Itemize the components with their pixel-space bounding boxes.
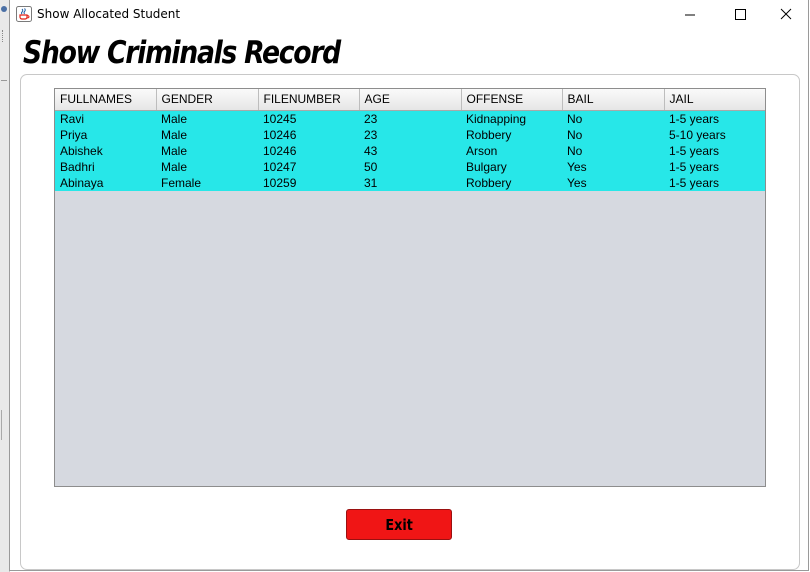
- cell-age[interactable]: 50: [359, 158, 461, 175]
- close-icon[interactable]: [763, 0, 809, 30]
- cell-jail[interactable]: 5-10 years: [664, 126, 765, 143]
- cell-gender[interactable]: Male: [156, 158, 258, 175]
- cell-filenumber[interactable]: 10245: [258, 110, 359, 127]
- table-row[interactable]: Ravi Male 10245 23 Kidnapping No 1-5 yea…: [55, 110, 765, 127]
- cell-jail[interactable]: 1-5 years: [664, 158, 765, 175]
- background-app-icon: [1, 6, 7, 12]
- exit-button[interactable]: Exit: [346, 509, 452, 540]
- background-scroll-edge: [1, 410, 8, 440]
- column-header-offense[interactable]: OFFENSE: [461, 89, 563, 111]
- records-table[interactable]: FULLNAMES GENDER FILENUMBER AGE OFFENSE …: [55, 89, 765, 191]
- cell-offense[interactable]: Kidnapping: [461, 110, 562, 127]
- column-header-jail[interactable]: JAIL: [664, 89, 765, 111]
- cell-age[interactable]: 23: [359, 110, 461, 127]
- cell-fullname[interactable]: Abishek: [55, 142, 156, 159]
- cell-gender[interactable]: Male: [156, 142, 258, 159]
- cell-gender[interactable]: Male: [156, 126, 258, 143]
- cell-offense[interactable]: Arson: [461, 142, 562, 159]
- cell-fullname[interactable]: Priya: [55, 126, 156, 143]
- app-window: Show Allocated Student Show Criminals Re…: [9, 0, 809, 571]
- cell-bail[interactable]: No: [562, 110, 664, 127]
- cell-offense[interactable]: Bulgary: [461, 158, 562, 175]
- cell-fullname[interactable]: Badhri: [55, 158, 156, 175]
- cell-jail[interactable]: 1-5 years: [664, 174, 765, 191]
- page-heading: Show Criminals Record: [23, 35, 341, 71]
- cell-age[interactable]: 31: [359, 174, 461, 191]
- cell-filenumber[interactable]: 10246: [258, 142, 359, 159]
- cell-jail[interactable]: 1-5 years: [664, 110, 765, 127]
- cell-gender[interactable]: Male: [156, 110, 258, 127]
- cell-offense[interactable]: Robbery: [461, 126, 562, 143]
- column-header-fullnames[interactable]: FULLNAMES: [55, 89, 157, 111]
- cell-gender[interactable]: Female: [156, 174, 258, 191]
- background-dotted-line: [2, 30, 7, 42]
- column-header-bail[interactable]: BAIL: [562, 89, 665, 111]
- cell-age[interactable]: 43: [359, 142, 461, 159]
- maximize-icon[interactable]: [717, 0, 763, 30]
- table-row[interactable]: Priya Male 10246 23 Robbery No 5-10 year…: [55, 126, 765, 143]
- title-bar[interactable]: Show Allocated Student: [10, 0, 808, 30]
- cell-fullname[interactable]: Ravi: [55, 110, 156, 127]
- table-row[interactable]: Abishek Male 10246 43 Arson No 1-5 years: [55, 142, 765, 159]
- java-coffee-icon: [16, 6, 32, 22]
- cell-fullname[interactable]: Abinaya: [55, 174, 156, 191]
- background-divider: [1, 80, 7, 81]
- table-row[interactable]: Abinaya Female 10259 31 Robbery Yes 1-5 …: [55, 174, 765, 191]
- table-header-row: FULLNAMES GENDER FILENUMBER AGE OFFENSE …: [55, 89, 765, 111]
- cell-jail[interactable]: 1-5 years: [664, 142, 765, 159]
- table-row[interactable]: Badhri Male 10247 50 Bulgary Yes 1-5 yea…: [55, 158, 765, 175]
- cell-filenumber[interactable]: 10247: [258, 158, 359, 175]
- column-header-filenumber[interactable]: FILENUMBER: [258, 89, 360, 111]
- column-header-age[interactable]: AGE: [359, 89, 462, 111]
- cell-age[interactable]: 23: [359, 126, 461, 143]
- cell-bail[interactable]: Yes: [562, 174, 664, 191]
- cell-filenumber[interactable]: 10259: [258, 174, 359, 191]
- cell-filenumber[interactable]: 10246: [258, 126, 359, 143]
- cell-bail[interactable]: No: [562, 142, 664, 159]
- exit-button-label: Exit: [385, 515, 413, 534]
- records-table-scrollpane[interactable]: FULLNAMES GENDER FILENUMBER AGE OFFENSE …: [54, 88, 766, 487]
- cell-bail[interactable]: No: [562, 126, 664, 143]
- cell-bail[interactable]: Yes: [562, 158, 664, 175]
- cell-offense[interactable]: Robbery: [461, 174, 562, 191]
- minimize-icon[interactable]: [667, 0, 713, 30]
- column-header-gender[interactable]: GENDER: [156, 89, 259, 111]
- window-title: Show Allocated Student: [37, 7, 181, 21]
